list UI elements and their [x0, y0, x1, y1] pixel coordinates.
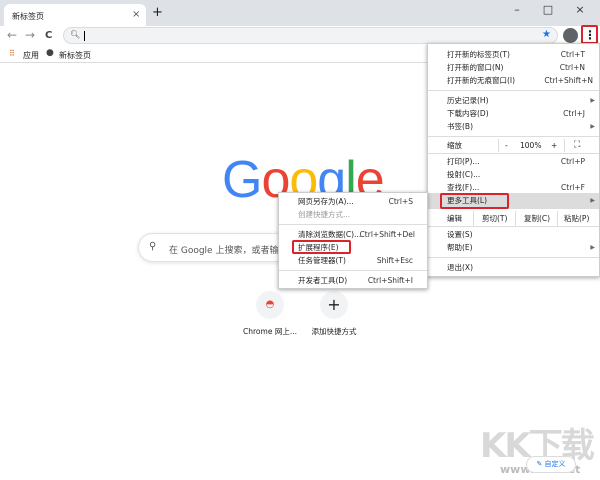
highlight-extensions — [292, 240, 351, 254]
zoom-level: 100% — [520, 141, 542, 150]
paste-button[interactable]: 粘贴(P) — [564, 211, 589, 226]
submenu-item-task-manager[interactable]: 任务管理器(T) Shift+Esc — [279, 254, 427, 267]
add-shortcut-button[interactable]: + — [320, 291, 348, 319]
menu-item-settings[interactable]: 设置(S) — [428, 228, 599, 241]
bookmark-new-tab[interactable]: 新标签页 — [59, 50, 91, 61]
tab-strip: 新标签页 × + – □ × — [0, 0, 600, 26]
submenu-item-dev-tools[interactable]: 开发者工具(D) Ctrl+Shift+I — [279, 274, 427, 287]
fullscreen-icon[interactable]: ⛶ — [574, 139, 580, 152]
tab-title: 新标签页 — [12, 12, 44, 21]
shortcut-chrome-store[interactable]: ◓ — [256, 291, 284, 319]
zoom-out-button[interactable]: - — [505, 139, 508, 152]
tab-close-icon[interactable]: × — [132, 9, 140, 20]
menu-item-print[interactable]: 打印(P)... Ctrl+P — [428, 155, 599, 168]
copy-button[interactable]: 复制(C) — [524, 211, 550, 226]
menu-item-bookmarks[interactable]: 书签(B) ▶ — [428, 120, 599, 133]
zoom-in-button[interactable]: + — [551, 139, 557, 152]
menu-zoom-row: 缩放 - 100% + ⛶ — [447, 139, 581, 152]
address-bar[interactable]: 🔍︎ ★ — [63, 27, 558, 44]
submenu-item-save-page[interactable]: 网页另存为(A)... Ctrl+S — [279, 195, 427, 208]
submenu-item-create-shortcut[interactable]: 创建快捷方式... — [279, 208, 427, 221]
profile-avatar-icon[interactable] — [563, 28, 578, 43]
maximize-button[interactable]: □ — [538, 3, 558, 16]
menu-item-new-tab[interactable]: 打开新的标签页(T) Ctrl+T — [428, 48, 599, 61]
new-tab-button[interactable]: + — [152, 5, 163, 20]
minimize-button[interactable]: – — [507, 3, 527, 16]
apps-grid-icon: ⠿ — [9, 49, 15, 58]
bookmark-apps[interactable]: 应用 — [23, 50, 39, 61]
globe-icon: ● — [46, 48, 54, 58]
menu-item-incognito[interactable]: 打开新的无痕窗口(I) Ctrl+Shift+N — [428, 74, 599, 87]
chrome-main-menu: 打开新的标签页(T) Ctrl+T 打开新的窗口(N) Ctrl+N 打开新的无痕窗… — [427, 43, 600, 277]
shortcut-label: 添加快捷方式 — [311, 327, 357, 336]
search-placeholder: 在 Google 上搜索，或者输 — [169, 246, 279, 256]
more-tools-submenu: 网页另存为(A)... Ctrl+S 创建快捷方式... 清除浏览数据(C)...… — [278, 192, 428, 289]
menu-item-help[interactable]: 帮助(E) ▶ — [428, 241, 599, 254]
close-window-button[interactable]: × — [570, 3, 590, 16]
reload-button[interactable]: C — [45, 30, 52, 41]
tab-new-tab[interactable]: 新标签页 × — [4, 4, 146, 26]
menu-item-cast[interactable]: 投射(C)... — [428, 168, 599, 181]
bookmark-star-icon[interactable]: ★ — [542, 29, 551, 40]
search-icon: ⚲ — [149, 241, 157, 252]
menu-item-downloads[interactable]: 下载内容(D) Ctrl+J — [428, 107, 599, 120]
customize-button[interactable]: ✎ 自定义 — [526, 456, 576, 473]
search-icon: 🔍︎ — [70, 30, 81, 39]
highlight-menu-button — [581, 25, 598, 44]
forward-button[interactable]: → — [25, 28, 35, 42]
chrome-store-icon: ◓ — [265, 299, 275, 310]
text-cursor — [84, 31, 85, 41]
menu-item-history[interactable]: 历史记录(H) ▶ — [428, 94, 599, 107]
cut-button[interactable]: 剪切(T) — [482, 211, 507, 226]
menu-item-new-window[interactable]: 打开新的窗口(N) Ctrl+N — [428, 61, 599, 74]
menu-item-exit[interactable]: 退出(X) — [428, 261, 599, 274]
highlight-more-tools — [440, 193, 509, 209]
menu-edit-row: 编辑 剪切(T) 复制(C) 粘贴(P) — [428, 211, 599, 226]
back-button[interactable]: ← — [7, 28, 17, 42]
